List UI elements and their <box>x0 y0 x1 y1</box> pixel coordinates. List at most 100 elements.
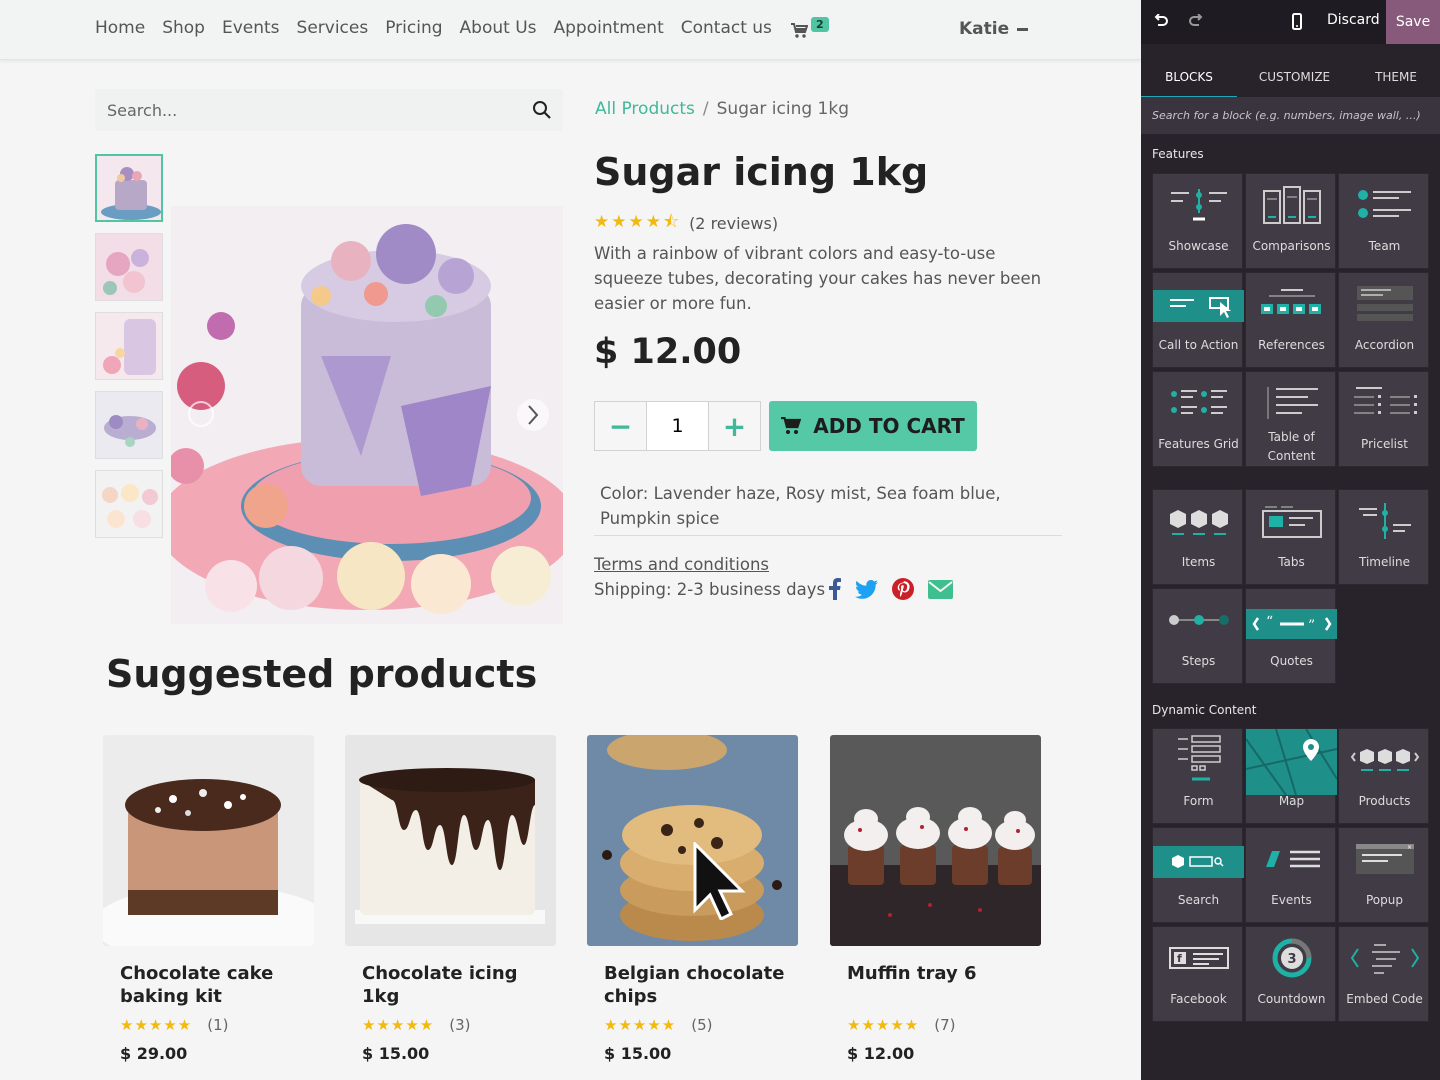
product-thumbnail[interactable] <box>95 312 163 380</box>
next-image-icon[interactable] <box>517 399 549 431</box>
product-card-image[interactable] <box>103 735 314 946</box>
block-label: Pricelist <box>1361 437 1408 451</box>
menu-shop[interactable]: Shop <box>162 18 205 38</box>
block-label: Facebook <box>1170 992 1227 1006</box>
rating-stars-icon: ★★★★⯪ <box>594 212 682 232</box>
product-card-name[interactable]: Chocolate icing 1kg <box>362 962 557 1008</box>
product-thumbnail[interactable] <box>95 470 163 538</box>
quantity-minus-button[interactable]: − <box>595 402 646 450</box>
block-call-to-action[interactable]: Call to Action <box>1152 272 1244 368</box>
rating-count: (3) <box>449 1016 471 1034</box>
product-price: $ 12.00 <box>594 332 742 372</box>
twitter-icon[interactable] <box>855 579 878 599</box>
editor-tabs: BLOCKS CUSTOMIZE THEME <box>1141 60 1440 98</box>
block-table-of-content[interactable]: Table of Content <box>1245 371 1336 467</box>
block-showcase[interactable]: Showcase <box>1152 173 1243 269</box>
breadcrumb-all-products[interactable]: All Products <box>595 99 695 119</box>
discard-button[interactable]: Discard <box>1327 12 1380 28</box>
block-accordion[interactable]: Accordion <box>1338 272 1429 368</box>
product-card[interactable]: Chocolate icing 1kg ★★★★★ (3) $ 15.00 <box>345 735 557 1063</box>
top-navbar: Home Shop Events Services Pricing About … <box>0 0 1141 60</box>
email-icon[interactable] <box>928 579 953 599</box>
block-countdown[interactable]: 3 Countdown <box>1245 926 1336 1022</box>
terms-link[interactable]: Terms and conditions <box>594 555 769 574</box>
search-icon[interactable] <box>532 100 552 120</box>
block-facebook[interactable]: f Facebook <box>1152 926 1243 1022</box>
block-label: Map <box>1278 794 1305 808</box>
product-card-name[interactable]: Belgian chocolate chips <box>604 962 799 1008</box>
block-events[interactable]: Events <box>1245 827 1336 923</box>
breadcrumb: All Products / Sugar icing 1kg <box>595 99 849 119</box>
dynamic-content-section-title: Dynamic Content <box>1152 703 1257 717</box>
menu-appointment[interactable]: Appointment <box>554 18 664 38</box>
block-form[interactable]: Form <box>1152 728 1243 824</box>
block-map[interactable]: Map <box>1245 728 1337 824</box>
block-quotes[interactable]: “” Quotes <box>1245 588 1337 684</box>
menu-contact-us[interactable]: Contact us <box>681 18 772 38</box>
rating-stars-icon: ★★★★★ <box>604 1016 677 1034</box>
undo-icon[interactable] <box>1153 14 1168 29</box>
tab-customize[interactable]: CUSTOMIZE <box>1237 60 1352 98</box>
svg-text:”: ” <box>1308 618 1315 634</box>
search-input[interactable] <box>95 89 515 131</box>
mobile-preview-icon[interactable] <box>1292 13 1302 30</box>
quantity-plus-button[interactable]: + <box>709 402 760 450</box>
product-card-name[interactable]: Chocolate cake baking kit <box>120 962 315 1008</box>
block-search[interactable]: Search <box>1152 827 1244 923</box>
add-to-cart-label: ADD TO CART <box>813 414 965 438</box>
svg-text:“: “ <box>1266 614 1273 630</box>
block-items[interactable]: Items <box>1152 489 1243 585</box>
website-preview: Home Shop Events Services Pricing About … <box>0 0 1141 1080</box>
product-search <box>95 89 563 131</box>
menu-events[interactable]: Events <box>222 18 280 38</box>
pricelist-icon <box>1353 387 1417 414</box>
block-popup[interactable]: × Popup <box>1338 827 1429 923</box>
product-thumbnail[interactable] <box>95 391 163 459</box>
product-title: Sugar icing 1kg <box>594 150 929 194</box>
products-icon <box>1350 749 1419 771</box>
menu-pricing[interactable]: Pricing <box>385 18 442 38</box>
user-name: Katie <box>959 19 1010 39</box>
save-button[interactable]: Save <box>1386 0 1440 44</box>
steps-icon <box>1168 615 1229 625</box>
block-steps[interactable]: Steps <box>1152 588 1243 684</box>
cart-link[interactable]: 2 <box>791 17 829 39</box>
rating-stars-icon: ★★★★★ <box>120 1016 193 1034</box>
block-embed-code[interactable]: Embed Code <box>1338 926 1429 1022</box>
block-label: Search <box>1177 893 1220 907</box>
product-thumbnail[interactable] <box>95 154 163 222</box>
block-references[interactable]: References <box>1245 272 1336 368</box>
tab-blocks[interactable]: BLOCKS <box>1141 60 1237 98</box>
product-card-image[interactable] <box>345 735 556 946</box>
product-card-price: $ 15.00 <box>362 1044 430 1063</box>
redo-icon[interactable] <box>1189 14 1204 29</box>
facebook-icon[interactable] <box>829 578 841 600</box>
block-products[interactable]: Products <box>1338 728 1429 824</box>
block-team[interactable]: Team <box>1338 173 1429 269</box>
block-comparisons[interactable]: Comparisons <box>1245 173 1336 269</box>
product-card[interactable]: Muffin tray 6 ★★★★★ (7) $ 12.00 <box>830 735 1042 1063</box>
facebook-block-icon: f <box>1168 947 1229 969</box>
block-tabs[interactable]: Tabs <box>1245 489 1336 585</box>
product-card[interactable]: Chocolate cake baking kit ★★★★★ (1) $ 29.… <box>103 735 315 1063</box>
product-thumbnail[interactable] <box>95 233 163 301</box>
pinterest-icon[interactable] <box>892 578 914 600</box>
quantity-input[interactable] <box>646 402 709 450</box>
product-card-name[interactable]: Muffin tray 6 <box>847 962 1042 1008</box>
product-card-image[interactable] <box>830 735 1041 946</box>
user-menu[interactable]: Katie <box>959 19 1029 39</box>
block-pricelist[interactable]: Pricelist <box>1338 371 1429 467</box>
block-features-grid[interactable]: Features Grid <box>1152 371 1243 467</box>
add-to-cart-button[interactable]: ADD TO CART <box>769 401 977 451</box>
product-main-image <box>171 206 563 624</box>
menu-services[interactable]: Services <box>297 18 369 38</box>
menu-home[interactable]: Home <box>95 18 145 38</box>
product-rating[interactable]: ★★★★⯪ (2 reviews) <box>594 209 778 238</box>
block-search-input[interactable] <box>1141 97 1440 134</box>
block-timeline[interactable]: Timeline <box>1338 489 1429 585</box>
block-label: Items <box>1181 555 1216 569</box>
divider <box>594 535 1062 536</box>
features-grid-icon <box>1170 390 1227 414</box>
tab-theme[interactable]: THEME <box>1352 60 1440 98</box>
menu-about-us[interactable]: About Us <box>460 18 537 38</box>
